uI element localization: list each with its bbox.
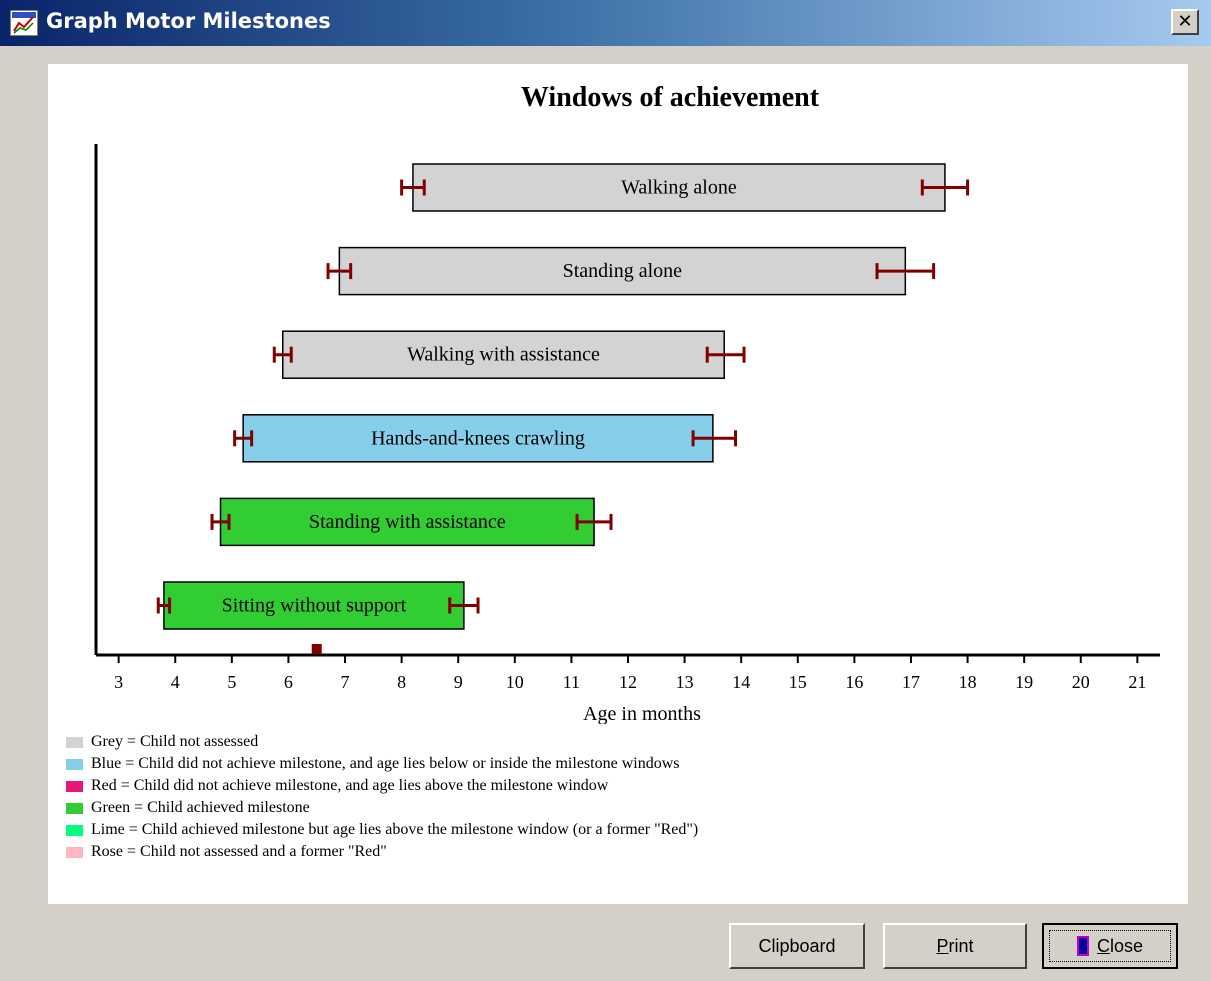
close-icon: ✕ [1177, 11, 1193, 32]
window-close-button[interactable]: ✕ [1171, 9, 1199, 35]
focus-rectangle: Close [1049, 930, 1171, 962]
x-tick-label: 13 [676, 672, 694, 692]
legend-swatch [66, 736, 83, 748]
x-tick-label: 11 [563, 672, 580, 692]
clipboard-button[interactable]: Clipboard [729, 923, 865, 969]
milestone-label: Walking with assistance [407, 344, 600, 366]
milestone-label: Sitting without support [222, 595, 407, 617]
legend-text: Green = Child achieved milestone [91, 799, 310, 816]
legend-swatch [66, 846, 83, 858]
close-button[interactable]: Close [1042, 923, 1178, 969]
legend-text: Red = Child did not achieve milestone, a… [91, 777, 609, 794]
x-axis-label: Age in months [583, 703, 701, 724]
close-button-label: Close [1096, 935, 1144, 956]
x-tick-label: 9 [454, 672, 463, 692]
legend-text: Blue = Child did not achieve milestone, … [91, 755, 680, 772]
legend-item: Grey = Child not assessed [66, 731, 698, 753]
x-tick-label: 10 [506, 672, 524, 692]
x-tick-label: 16 [845, 672, 863, 692]
legend-swatch [66, 824, 83, 836]
milestone-label: Standing alone [563, 260, 683, 282]
x-tick-label: 20 [1072, 672, 1090, 692]
x-tick-label: 21 [1128, 672, 1146, 692]
x-tick-label: 15 [789, 672, 807, 692]
chart-title: Windows of achievement [521, 82, 820, 113]
title-bar: Graph Motor Milestones ✕ [0, 0, 1211, 46]
milestone-label: Standing with assistance [309, 511, 506, 533]
x-tick-label: 5 [227, 672, 236, 692]
legend: Grey = Child not assessed Blue = Child di… [66, 731, 698, 863]
x-tick-label: 6 [284, 672, 293, 692]
milestone-label: Walking alone [621, 177, 737, 199]
x-tick-label: 17 [902, 672, 920, 692]
window-title: Graph Motor Milestones [46, 9, 331, 33]
x-tick-label: 3 [114, 672, 123, 692]
legend-item: Lime = Child achieved milestone but age … [66, 819, 698, 841]
legend-item: Blue = Child did not achieve milestone, … [66, 753, 698, 775]
legend-swatch [66, 802, 83, 814]
child-age-marker [311, 644, 322, 654]
legend-swatch [66, 758, 83, 770]
door-icon [1076, 936, 1089, 956]
x-tick-label: 18 [959, 672, 977, 692]
chart-panel: Windows of achievement 3 4 5 6 7 8 9 10 11 12 13 14 1… [48, 64, 1188, 904]
print-button-label: Print [936, 935, 974, 956]
legend-text: Rose = Child not assessed and a former "… [91, 843, 387, 860]
x-tick-label: 4 [171, 672, 180, 692]
legend-item: Rose = Child not assessed and a former "… [66, 841, 698, 863]
legend-text: Lime = Child achieved milestone but age … [91, 821, 699, 838]
milestone-label: Hands-and-knees crawling [371, 427, 585, 449]
legend-item: Green = Child achieved milestone [66, 797, 698, 819]
x-tick-label: 14 [732, 672, 750, 692]
x-tick-label: 7 [341, 672, 350, 692]
legend-item: Red = Child did not achieve milestone, a… [66, 775, 698, 797]
x-tick-label: 19 [1015, 672, 1033, 692]
legend-text: Grey = Child not assessed [91, 733, 259, 750]
x-tick-label: 12 [619, 672, 637, 692]
x-tick-label: 8 [397, 672, 406, 692]
milestone-chart: Windows of achievement 3 4 5 6 7 8 9 10 11 12 13 14 1… [94, 82, 1160, 724]
print-button[interactable]: Print [883, 923, 1027, 969]
clipboard-button-label: Clipboard [758, 935, 836, 956]
app-icon [10, 10, 38, 36]
legend-swatch [66, 780, 83, 792]
